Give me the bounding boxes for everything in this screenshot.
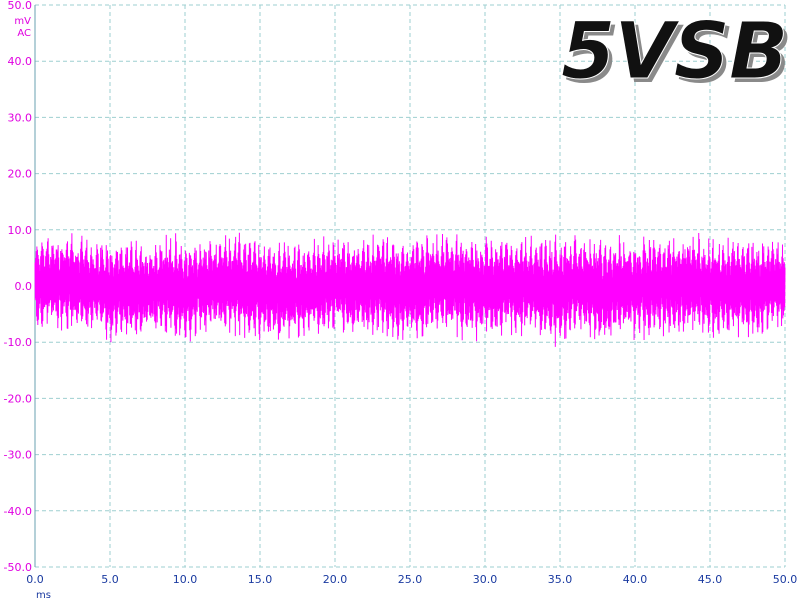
y-tick-label: 30.0 bbox=[8, 111, 33, 124]
y-unit-label: mV bbox=[14, 16, 31, 27]
x-tick-label: 50.0 bbox=[773, 573, 798, 586]
x-axis-label: ms bbox=[36, 590, 51, 600]
y-tick-label: -30.0 bbox=[4, 449, 32, 462]
x-tick-label: 5.0 bbox=[101, 573, 119, 586]
y-tick-label: 10.0 bbox=[8, 224, 33, 237]
x-tick-label: 10.0 bbox=[173, 573, 198, 586]
oscilloscope-chart: 50.0 40.0 30.0 20.0 10.0 0.0 -10.0 -20.0 -30.0 -4… bbox=[4, 0, 798, 600]
x-tick-label: 40.0 bbox=[623, 573, 648, 586]
y-tick-label: 40.0 bbox=[8, 55, 33, 68]
y-tick-label: -20.0 bbox=[4, 392, 32, 405]
x-tick-label: 25.0 bbox=[398, 573, 423, 586]
y-coupling-label: AC bbox=[17, 28, 31, 39]
y-tick-label: 0.0 bbox=[15, 280, 33, 293]
x-tick-label: 15.0 bbox=[248, 573, 273, 586]
y-tick-label: -10.0 bbox=[4, 336, 32, 349]
x-tick-label: 45.0 bbox=[698, 573, 723, 586]
channel-title-text: 5VSB bbox=[561, 7, 787, 97]
x-tick-label: 20.0 bbox=[323, 573, 348, 586]
x-tick-label: 30.0 bbox=[473, 573, 498, 586]
y-tick-label: 50.0 bbox=[8, 0, 33, 12]
y-axis-ticks: 50.0 40.0 30.0 20.0 10.0 0.0 -10.0 -20.0 -30.0 -4… bbox=[4, 0, 32, 574]
channel-title: 5VSB 5VSB bbox=[561, 7, 793, 102]
x-tick-label: 35.0 bbox=[548, 573, 573, 586]
y-tick-label: 20.0 bbox=[8, 168, 33, 181]
y-tick-label: -40.0 bbox=[4, 505, 32, 518]
x-axis-ticks: 0.0 5.0 10.0 15.0 20.0 25.0 30.0 35.0 40.0 45.0 50… bbox=[26, 573, 797, 586]
x-tick-label: 0.0 bbox=[26, 573, 44, 586]
